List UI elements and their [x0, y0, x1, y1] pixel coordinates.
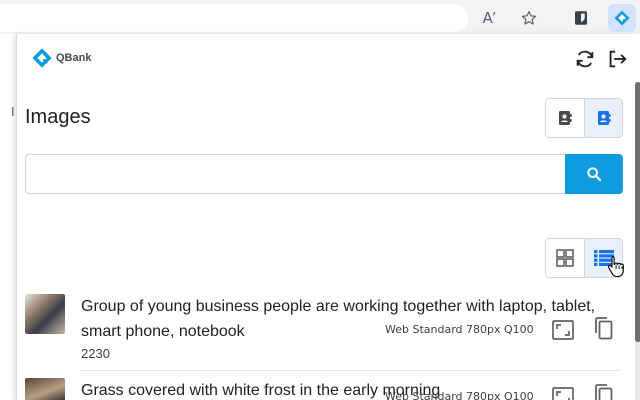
bitwarden-extension-button[interactable]: [567, 4, 595, 32]
popup-content: Images Group of young business people ar…: [17, 82, 635, 400]
list-view-button[interactable]: [584, 239, 622, 277]
qbank-extension-icon: [614, 10, 630, 26]
browser-toolbar: A’: [0, 0, 640, 34]
mode-option-1-button[interactable]: [546, 99, 584, 137]
search-button[interactable]: [565, 154, 623, 194]
preview-button[interactable]: [550, 384, 576, 400]
mode-toggle: [545, 98, 623, 138]
scrollbar-thumb[interactable]: [635, 82, 640, 342]
mode-option-2-button[interactable]: [584, 99, 622, 137]
search-bar: [25, 154, 623, 194]
expand-icon: [552, 387, 574, 400]
read-aloud-icon: A’: [482, 9, 496, 27]
copy-icon: [595, 317, 613, 340]
logo-text: QBank: [56, 52, 92, 64]
contact-card-icon: [597, 111, 611, 125]
address-bar[interactable]: [0, 4, 468, 32]
expand-icon: [552, 320, 574, 340]
star-icon: [521, 11, 537, 25]
favorite-button[interactable]: [515, 4, 543, 32]
image-format: Web Standard 780px Q100: [385, 323, 534, 336]
image-thumbnail[interactable]: [25, 378, 65, 400]
background-page: I: [0, 34, 16, 400]
grid-icon: [556, 249, 574, 267]
image-format: Web Standard 780px Q100: [385, 390, 534, 400]
background-page-text: I: [11, 104, 15, 119]
preview-button[interactable]: [550, 317, 576, 343]
bitwarden-icon: [575, 11, 587, 25]
sync-icon: [576, 50, 594, 68]
copy-icon: [595, 384, 613, 400]
row-divider: [81, 370, 621, 371]
search-icon: [587, 167, 602, 182]
list-icon: [593, 250, 614, 266]
search-input[interactable]: [25, 154, 565, 194]
scrollbar[interactable]: [635, 82, 640, 400]
qbank-popup: QBank Images Group of young business peo…: [16, 34, 640, 400]
logout-icon: [609, 50, 627, 68]
qbank-logo: QBank: [31, 46, 91, 70]
page-title: Images: [25, 106, 91, 128]
image-id: 2230: [81, 346, 110, 361]
popup-header: QBank: [17, 34, 640, 82]
read-aloud-button[interactable]: A’: [475, 4, 503, 32]
image-title: Group of young business people are worki…: [81, 298, 596, 340]
image-title: Grass covered with white frost in the ea…: [81, 382, 441, 399]
contact-card-icon: [559, 111, 572, 125]
view-toggle: [545, 238, 623, 278]
image-thumbnail[interactable]: [25, 294, 65, 334]
copy-button[interactable]: [590, 382, 616, 400]
logout-button[interactable]: [604, 46, 630, 72]
qbank-logo-icon: [32, 48, 52, 68]
sync-button[interactable]: [572, 46, 598, 72]
grid-view-button[interactable]: [546, 239, 584, 277]
qbank-extension-button[interactable]: [608, 4, 636, 32]
copy-button[interactable]: [590, 315, 616, 341]
